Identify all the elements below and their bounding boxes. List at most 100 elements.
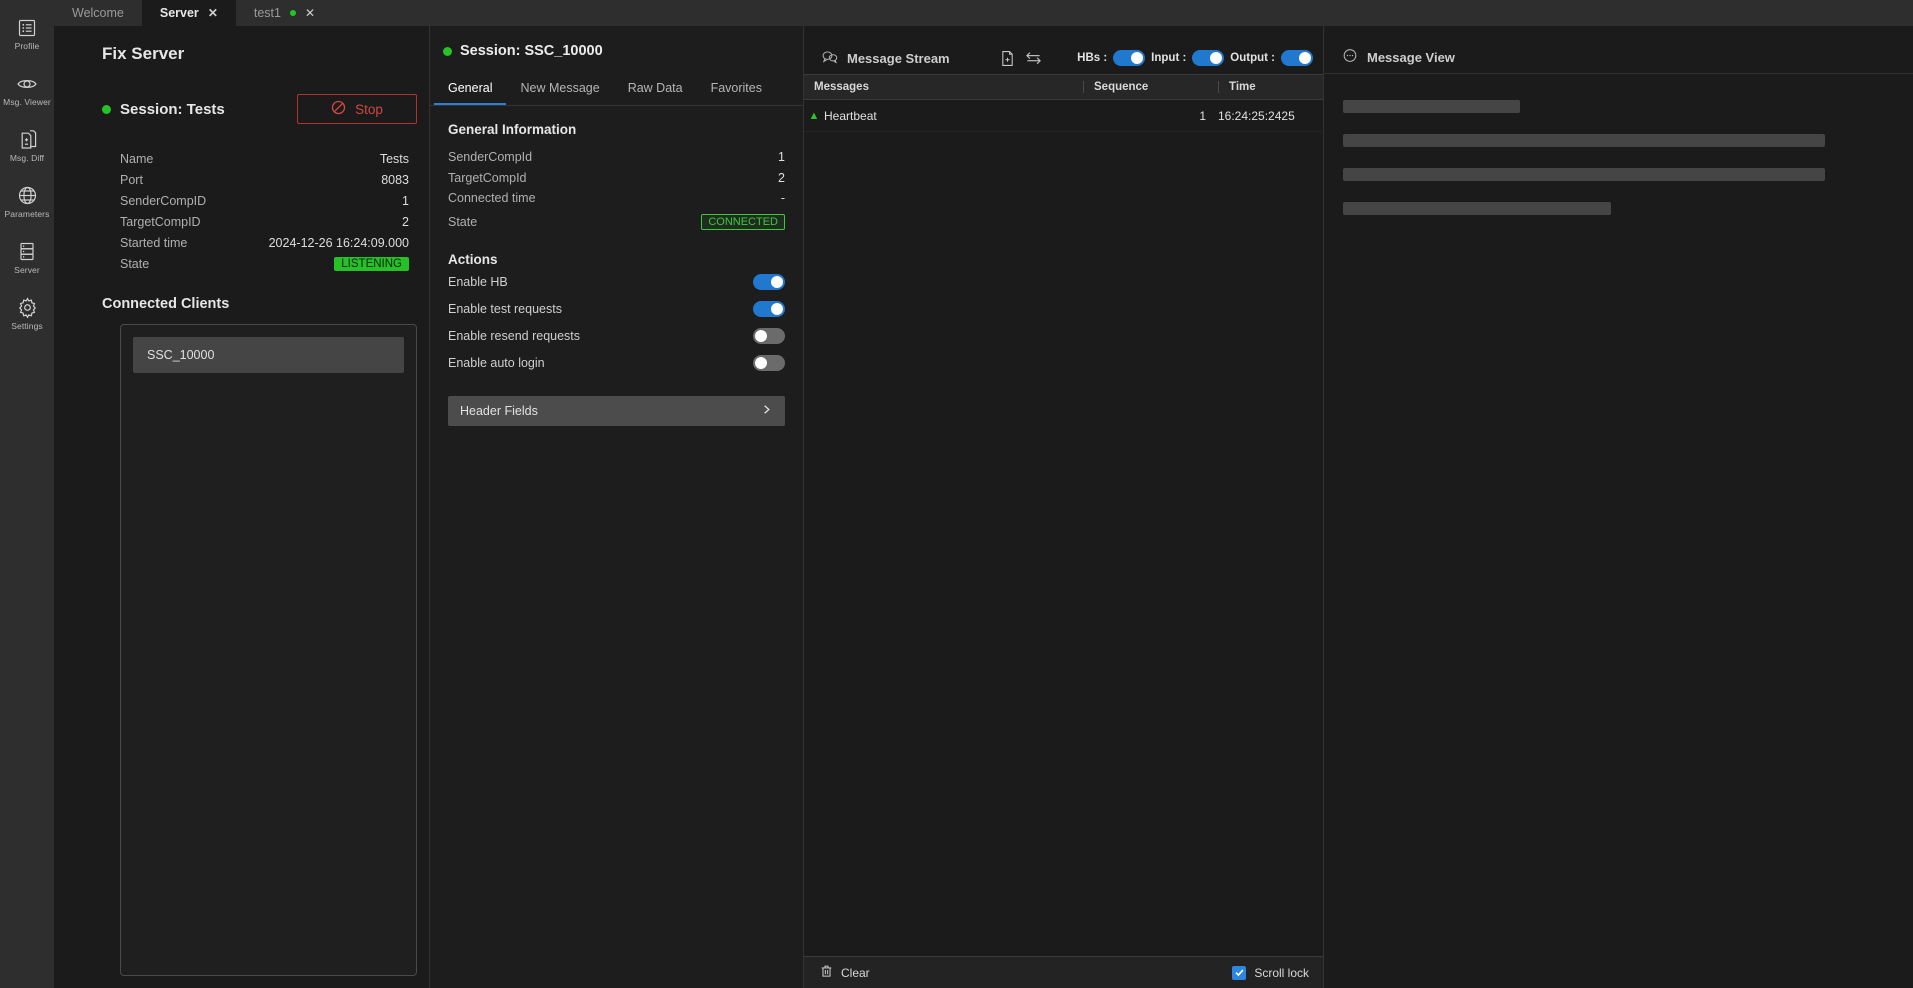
tab-server[interactable]: Server ✕ (141, 0, 236, 26)
session-panel-heading-label: Session: SSC_10000 (460, 43, 603, 59)
messages-table-body: ▲ Heartbeat 1 16:24:25:2425 (804, 100, 1323, 956)
field-value: 1 (778, 150, 785, 165)
field-value: 1 (402, 193, 409, 208)
document-icon[interactable] (1000, 50, 1015, 67)
messages-table-header: Messages Sequence Time (804, 74, 1323, 100)
switch-label: Output : (1230, 52, 1275, 64)
tab-raw-data[interactable]: Raw Data (614, 75, 697, 105)
tab-welcome[interactable]: Welcome (54, 0, 142, 26)
field-key: Connected time (448, 191, 536, 206)
toggle-knob (755, 357, 767, 369)
message-view-panel: Message View (1324, 26, 1913, 988)
connected-clients-title: Connected Clients (102, 296, 230, 312)
message-stream-footer: Clear Scroll lock (804, 956, 1323, 988)
field-value: - (780, 191, 785, 206)
table-row: Name Tests (120, 148, 409, 169)
sidebar-item-label: Msg. Viewer (3, 96, 51, 107)
toggle-knob (771, 276, 783, 288)
tab-general[interactable]: General (434, 75, 507, 105)
field-key: State (448, 214, 478, 229)
fix-server-panel: Fix Server Session: Tests Stop Name Test… (54, 26, 429, 988)
toggle-enable-hb[interactable] (753, 274, 785, 290)
tab-test1[interactable]: test1 ✕ (236, 0, 333, 26)
switch-hbs: HBs : (1077, 50, 1146, 66)
message-stream-title: Message Stream (822, 50, 950, 67)
list-item[interactable]: SSC_10000 (133, 337, 404, 373)
toggle-knob (1131, 52, 1144, 64)
header-fields-button[interactable]: Header Fields (448, 396, 785, 426)
session-header-row: Session: Tests Stop (54, 94, 429, 124)
column-header-messages[interactable]: Messages (804, 81, 1083, 93)
stop-button[interactable]: Stop (297, 94, 417, 124)
table-row-state: State LISTENING (120, 253, 409, 274)
session-panel-header: Session: SSC_10000 (430, 26, 803, 59)
tab-label: test1 (253, 6, 281, 20)
table-row[interactable]: ▲ Heartbeat 1 16:24:25:2425 (804, 100, 1323, 132)
table-row: Connected time - (448, 188, 785, 209)
toggle-knob (1299, 52, 1311, 64)
switch-output: Output : (1230, 50, 1313, 66)
field-key: TargetCompId (448, 170, 527, 185)
toggle-enable-test-requests[interactable] (753, 301, 785, 317)
clear-button[interactable]: Clear (820, 964, 870, 981)
toggle-enable-resend-requests[interactable] (753, 328, 785, 344)
field-key: SenderCompId (448, 150, 533, 165)
skeleton-bar (1343, 202, 1611, 215)
sidebar-item-msg-diff[interactable]: Msg. Diff (0, 118, 54, 174)
toggle-input[interactable] (1192, 50, 1225, 66)
close-icon[interactable]: ✕ (208, 7, 218, 19)
field-key: State (120, 256, 150, 271)
scroll-lock-toggle[interactable]: Scroll lock (1232, 965, 1309, 980)
session-heading: Session: Tests (102, 101, 225, 118)
sidebar-item-msg-viewer[interactable]: Msg. Viewer (0, 62, 54, 118)
message-stream-header: Message Stream HBs: Input: Output: (804, 42, 1323, 74)
action-enable-auto-login: Enable auto login (448, 354, 785, 372)
chat-bubbles-icon (822, 50, 838, 67)
close-icon[interactable]: ✕ (305, 7, 315, 19)
checkbox-checked-icon[interactable] (1232, 965, 1247, 980)
toggle-enable-auto-login[interactable] (753, 355, 785, 371)
globe-icon (17, 185, 38, 206)
action-label: Enable test requests (448, 302, 562, 316)
switch-input: Input : (1151, 50, 1225, 66)
stream-switches: HBs : Input : Output : (1077, 50, 1313, 66)
app-root: Profile Msg. Viewer Msg. Diff Parameters… (0, 0, 1913, 988)
column-header-time[interactable]: Time (1218, 81, 1323, 93)
tab-label: Server (159, 6, 199, 20)
field-key: SenderCompID (120, 193, 207, 208)
message-time: 16:24:25:2425 (1218, 108, 1295, 123)
clear-button-label: Clear (841, 965, 870, 980)
session-panel-heading: Session: SSC_10000 (443, 43, 803, 59)
action-enable-test-requests: Enable test requests (448, 300, 785, 318)
sidebar-item-parameters[interactable]: Parameters (0, 174, 54, 230)
tab-label: General (448, 81, 493, 95)
chevron-right-icon (760, 403, 773, 419)
sidebar-item-profile[interactable]: Profile (0, 6, 54, 62)
tab-label: New Message (520, 81, 600, 95)
table-row: Port 8083 (120, 169, 409, 190)
toggle-output[interactable] (1281, 50, 1313, 66)
sidebar-item-label: Msg. Diff (9, 153, 45, 163)
tab-label: Favorites (710, 81, 762, 95)
column-header-sequence[interactable]: Sequence (1083, 81, 1218, 93)
swap-arrows-icon[interactable] (1025, 50, 1042, 66)
tab-favorites[interactable]: Favorites (697, 75, 776, 105)
status-dot-icon (102, 104, 111, 114)
tab-new-message[interactable]: New Message (506, 75, 613, 105)
message-view-header: Message View (1324, 42, 1913, 74)
list-icon (17, 18, 37, 38)
chat-dots-icon (1342, 48, 1358, 67)
sidebar-item-settings[interactable]: Settings (0, 286, 54, 342)
connected-clients-list: SSC_10000 (120, 324, 417, 976)
actions-title: Actions (448, 252, 498, 267)
no-entry-icon (331, 100, 346, 118)
toggle-knob (771, 303, 783, 315)
sidebar-item-server[interactable]: Server (0, 230, 54, 286)
message-stream-title-label: Message Stream (847, 50, 950, 66)
field-key: TargetCompID (120, 214, 201, 229)
table-row: SenderCompID 1 (120, 190, 409, 211)
field-key: Port (120, 172, 143, 187)
tab-label: Welcome (72, 6, 124, 20)
toggle-hbs[interactable] (1113, 50, 1146, 66)
field-value: 8083 (381, 172, 409, 187)
